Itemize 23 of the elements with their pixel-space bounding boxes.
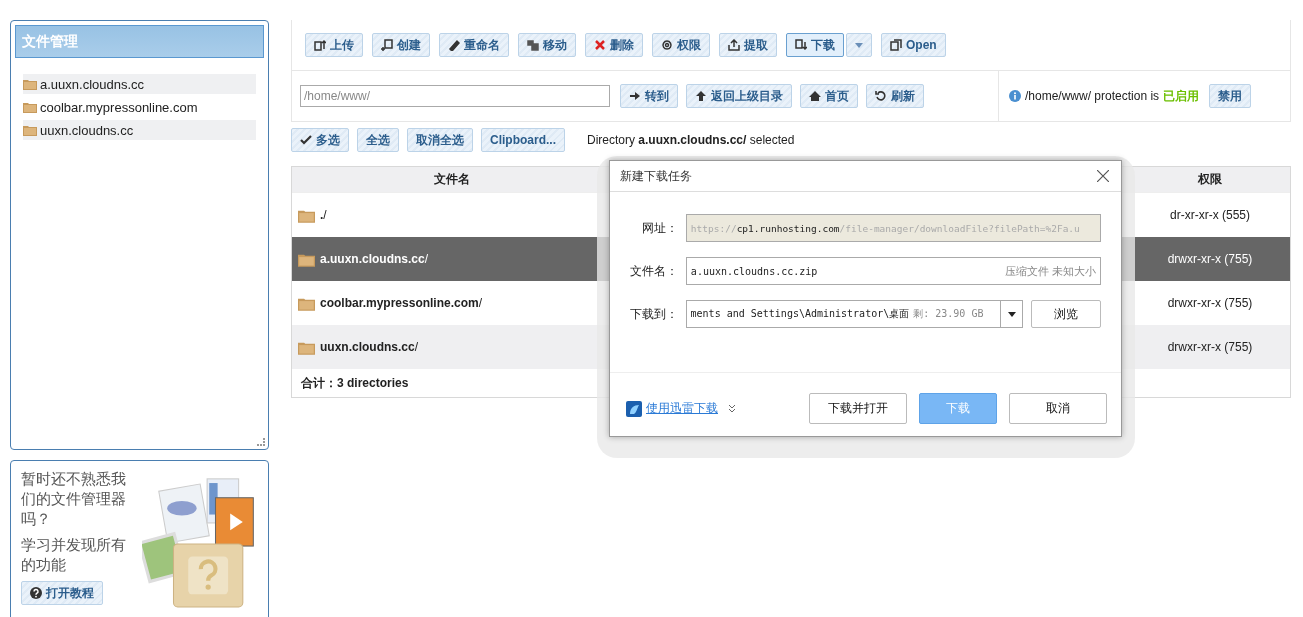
column-header: 文件名 (433, 171, 471, 188)
permissions-cell: drwxr-xr-x (755) (1167, 252, 1253, 266)
file-name: coolbar.mypressonline.com/ (320, 296, 483, 310)
file-info: 压缩文件 未知大小 (1004, 263, 1096, 279)
sidebar-title: 文件管理 (15, 25, 264, 58)
free-space: 剩: 23.90 GB (913, 307, 985, 321)
filename-label: 文件名： (628, 262, 678, 280)
protection-text: /home/www/ protection is (1025, 89, 1160, 103)
protection-status: 已启用 (1163, 87, 1200, 105)
help-hint: 学习并发现所有的功能 (21, 535, 127, 575)
total-count: 合计：3 directories (301, 374, 409, 392)
column-header: 权限 (1197, 171, 1223, 188)
permissions-cell: drwxr-xr-x (755) (1167, 340, 1253, 354)
permissions-cell: drwxr-xr-x (755) (1167, 296, 1253, 310)
permissions-cell: dr-xr-xr-x (555) (1170, 208, 1250, 222)
url-label: 网址： (640, 219, 678, 237)
file-name: a.uuxn.cloudns.cc/ (320, 252, 429, 266)
help-question: 暂时还不熟悉我们的文件管理器吗？ (21, 469, 127, 529)
dialog-title: 新建下载任务 (620, 167, 692, 185)
file-name: uuxn.cloudns.cc/ (320, 340, 419, 354)
selection-status: Directory a.uuxn.cloudns.cc/ selected (587, 133, 795, 147)
file-name: ./ (320, 208, 327, 222)
destination-label: 下载到： (628, 305, 678, 323)
